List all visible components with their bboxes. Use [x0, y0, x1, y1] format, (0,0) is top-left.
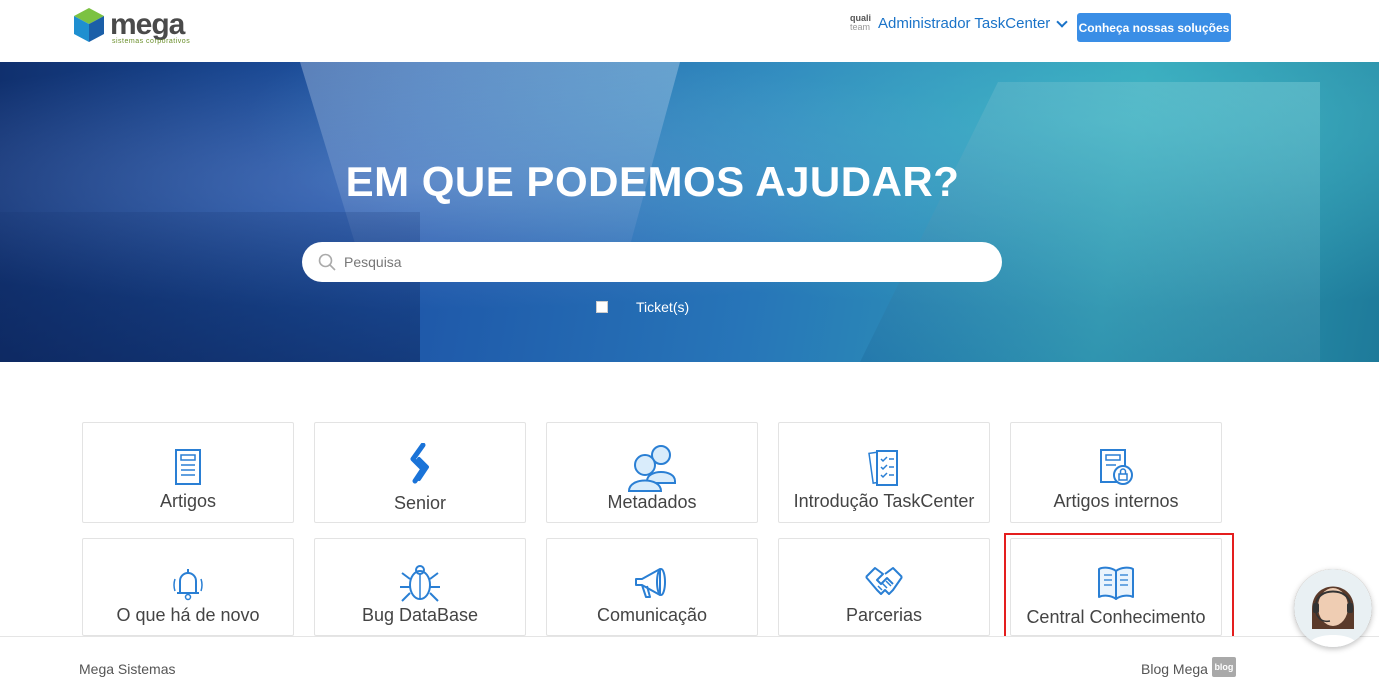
hero-background-harvester — [860, 82, 1320, 362]
tile-parcerias[interactable]: Parcerias — [778, 538, 990, 636]
handshake-icon — [865, 567, 903, 595]
hero-title: EM QUE PODEMOS AJUDAR? — [345, 158, 960, 205]
tile-label: Metadados — [607, 492, 697, 512]
document-icon — [175, 449, 201, 485]
bell-icon — [173, 569, 203, 601]
megaphone-icon — [635, 568, 666, 598]
tile-label: Introdução TaskCenter — [793, 491, 975, 511]
partner-bottom: team — [850, 22, 871, 32]
search-input[interactable] — [344, 254, 944, 270]
page-footer: Mega Sistemas Blog Mega blog — [0, 636, 1379, 700]
tile-comunicacao[interactable]: Comunicação — [546, 538, 758, 636]
tile-label: Comunicação — [596, 605, 708, 625]
blog-link[interactable]: Blog Mega blog — [1141, 657, 1236, 677]
tile-introducao-taskcenter[interactable]: Introdução TaskCenter — [778, 422, 990, 523]
tile-label: Senior — [393, 493, 447, 513]
headset-agent-icon — [1294, 569, 1372, 647]
locked-document-icon — [1100, 449, 1133, 485]
tile-metadados[interactable]: Metadados — [546, 422, 758, 523]
tile-label: O que há de novo — [116, 605, 260, 625]
checklist-icon — [868, 450, 898, 486]
chevron-down-icon — [1056, 15, 1068, 28]
users-icon — [627, 445, 676, 492]
ticket-checkbox[interactable] — [596, 301, 608, 313]
tile-artigos[interactable]: Artigos — [82, 422, 294, 523]
search-icon — [318, 253, 336, 271]
ticket-label: Ticket(s) — [636, 299, 690, 315]
tile-o-que-ha-de-novo[interactable]: O que há de novo — [82, 538, 294, 636]
tile-label: Artigos internos — [1053, 491, 1179, 511]
search-bar[interactable] — [302, 242, 1002, 282]
brand-name: mega — [110, 8, 185, 41]
selection-highlight — [1004, 533, 1234, 649]
ticket-filter: Ticket(s) — [596, 299, 689, 315]
bug-icon — [400, 565, 440, 602]
support-agent-avatar[interactable] — [1294, 569, 1372, 647]
tile-label: Bug DataBase — [361, 605, 479, 625]
senior-logo-icon — [410, 443, 429, 484]
blog-link-label: Blog Mega — [1141, 661, 1208, 677]
user-menu-dropdown[interactable]: Administrador TaskCenter — [878, 15, 1068, 32]
tile-label: Parcerias — [845, 605, 923, 625]
tile-label: Artigos — [159, 491, 217, 511]
top-header: mega sistemas corporativos quali team Ad… — [0, 0, 1379, 62]
mega-cube-icon — [74, 8, 104, 42]
user-menu-label: Administrador TaskCenter — [878, 15, 1051, 32]
tile-artigos-internos[interactable]: Artigos internos — [1010, 422, 1222, 523]
qualiteam-logo: quali team — [850, 14, 872, 36]
tile-senior[interactable]: Senior — [314, 422, 526, 523]
mega-logo[interactable]: mega sistemas corporativos — [72, 6, 192, 48]
blog-badge-icon: blog — [1211, 657, 1236, 677]
solutions-button[interactable]: Conheça nossas soluções — [1077, 13, 1231, 42]
brand-subtitle: sistemas corporativos — [112, 38, 191, 45]
hero-background-field — [0, 212, 420, 362]
tile-bug-database[interactable]: Bug DataBase — [314, 538, 526, 636]
footer-company: Mega Sistemas — [79, 661, 176, 677]
hero-banner: EM QUE PODEMOS AJUDAR? Ticket(s) — [0, 62, 1379, 362]
